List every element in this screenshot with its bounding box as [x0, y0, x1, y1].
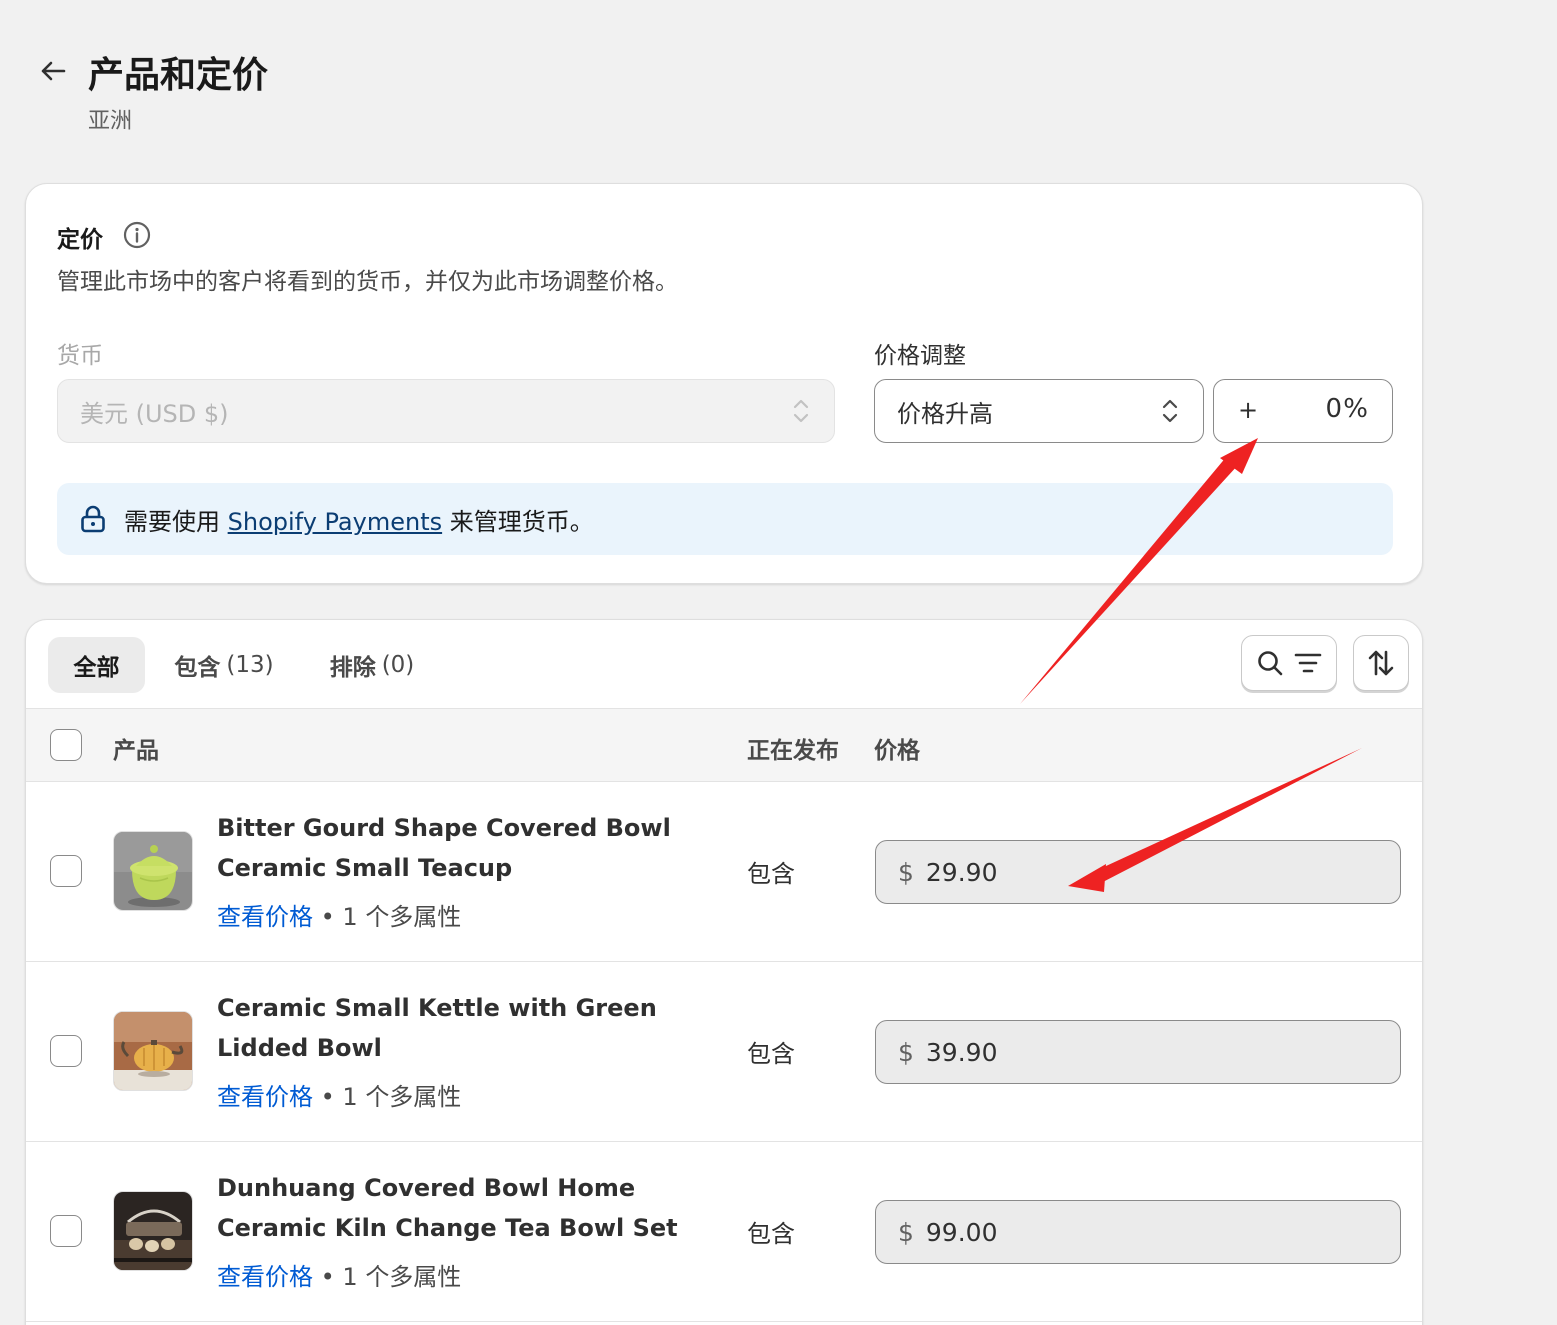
product-meta: 查看价格 • 1 个多属性 [217, 1077, 461, 1112]
banner-text-before: 需要使用 [124, 508, 228, 536]
sort-button[interactable] [1353, 635, 1409, 691]
currency-select-value: 美元 (USD $) [80, 399, 229, 428]
row-checkbox[interactable] [50, 1035, 82, 1067]
price-input[interactable]: $ 39.90 [875, 1020, 1401, 1084]
column-price: 价格 [874, 738, 920, 764]
percent-prefix: + [1238, 396, 1259, 424]
tab-included-label: 包含 [174, 655, 221, 681]
back-button[interactable] [34, 52, 72, 90]
products-card: 全部 包含 (13) 排除 (0) 产品 正在发布 价格 Bitter Gour… [25, 619, 1423, 1325]
product-thumbnail [113, 1191, 193, 1271]
product-thumbnail [113, 831, 193, 911]
info-icon[interactable] [122, 220, 152, 250]
pricing-description: 管理此市场中的客户将看到的货币，并仅为此市场调整价格。 [57, 269, 678, 295]
currency-symbol: $ [898, 1037, 914, 1067]
price-value: 99.00 [925, 1217, 998, 1247]
tab-all-label: 全部 [73, 655, 120, 681]
price-adjust-label: 价格调整 [874, 343, 966, 369]
table-header: 产品 正在发布 价格 [26, 708, 1422, 782]
price-input[interactable]: $ 99.00 [875, 1200, 1401, 1264]
product-thumbnail [113, 1011, 193, 1091]
price-adjust-value: 价格升高 [897, 399, 993, 428]
tab-excluded[interactable]: 排除 (0) [312, 637, 432, 693]
table-row: Dunhuang Covered Bowl Home Ceramic Kiln … [26, 1142, 1422, 1322]
percent-value: 0 [1325, 394, 1342, 424]
product-image-kettle [114, 1012, 192, 1090]
currency-symbol: $ [898, 1217, 914, 1247]
page: 产品和定价 亚洲 定价 管理此市场中的客户将看到的货币，并仅为此市场调整价格。 … [0, 0, 1557, 1325]
search-filter-button[interactable] [1241, 635, 1337, 691]
product-name[interactable]: Bitter Gourd Shape Covered Bowl Ceramic … [217, 808, 737, 888]
product-name[interactable]: Dunhuang Covered Bowl Home Ceramic Kiln … [217, 1168, 737, 1248]
product-name[interactable]: Ceramic Small Kettle with Green Lidded B… [217, 988, 737, 1068]
payments-banner: 需要使用 Shopify Payments 来管理货币。 [57, 483, 1393, 555]
search-icon [1258, 651, 1283, 676]
publish-status: 包含 [747, 1040, 795, 1068]
tab-excluded-label: 排除 [329, 655, 376, 681]
price-value: 39.90 [925, 1037, 998, 1067]
sort-icon [1368, 650, 1394, 676]
product-image-tea-set [114, 1192, 192, 1270]
row-checkbox[interactable] [50, 855, 82, 887]
column-status: 正在发布 [747, 738, 839, 764]
row-checkbox[interactable] [50, 1215, 82, 1247]
tab-included-count: (13) [226, 652, 274, 678]
page-subtitle: 亚洲 [88, 109, 133, 134]
pricing-title: 定价 [57, 227, 103, 253]
filter-icon [1294, 653, 1322, 673]
tab-all[interactable]: 全部 [48, 637, 145, 693]
product-meta: 查看价格 • 1 个多属性 [217, 1257, 461, 1292]
price-value: 29.90 [925, 857, 998, 887]
price-adjust-select[interactable]: 价格升高 [874, 379, 1204, 443]
select-all-checkbox[interactable] [50, 729, 82, 761]
banner-text-after: 来管理货币。 [442, 508, 594, 536]
tab-excluded-count: (0) [381, 652, 415, 678]
chevron-updown-icon [793, 399, 809, 423]
pricing-card: 定价 管理此市场中的客户将看到的货币，并仅为此市场调整价格。 货币 美元 (US… [25, 183, 1423, 584]
variant-count: • 1 个多属性 [313, 903, 462, 931]
view-price-link[interactable]: 查看价格 [217, 1083, 313, 1111]
currency-select[interactable]: 美元 (USD $) [57, 379, 835, 443]
tab-included[interactable]: 包含 (13) [158, 637, 290, 693]
product-image-teacup [114, 832, 192, 910]
table-row: Ceramic Small Kettle with Green Lidded B… [26, 962, 1422, 1142]
currency-label: 货币 [57, 343, 103, 369]
percent-input[interactable]: + 0 % [1213, 379, 1393, 443]
currency-symbol: $ [898, 857, 914, 887]
view-price-link[interactable]: 查看价格 [217, 1263, 313, 1291]
view-price-link[interactable]: 查看价格 [217, 903, 313, 931]
publish-status: 包含 [747, 1220, 795, 1248]
price-input[interactable]: $ 29.90 [875, 840, 1401, 904]
banner-text: 需要使用 Shopify Payments 来管理货币。 [124, 502, 594, 537]
publish-status: 包含 [747, 860, 795, 888]
shopify-payments-link[interactable]: Shopify Payments [228, 508, 442, 536]
lock-icon [81, 505, 105, 533]
page-title: 产品和定价 [88, 55, 269, 96]
percent-suffix: % [1343, 394, 1368, 424]
variant-count: • 1 个多属性 [313, 1083, 462, 1111]
product-meta: 查看价格 • 1 个多属性 [217, 897, 461, 932]
column-product: 产品 [113, 738, 159, 764]
back-arrow-icon [41, 61, 66, 81]
table-row: Bitter Gourd Shape Covered Bowl Ceramic … [26, 782, 1422, 962]
chevron-updown-icon [1162, 399, 1178, 423]
variant-count: • 1 个多属性 [313, 1263, 462, 1291]
